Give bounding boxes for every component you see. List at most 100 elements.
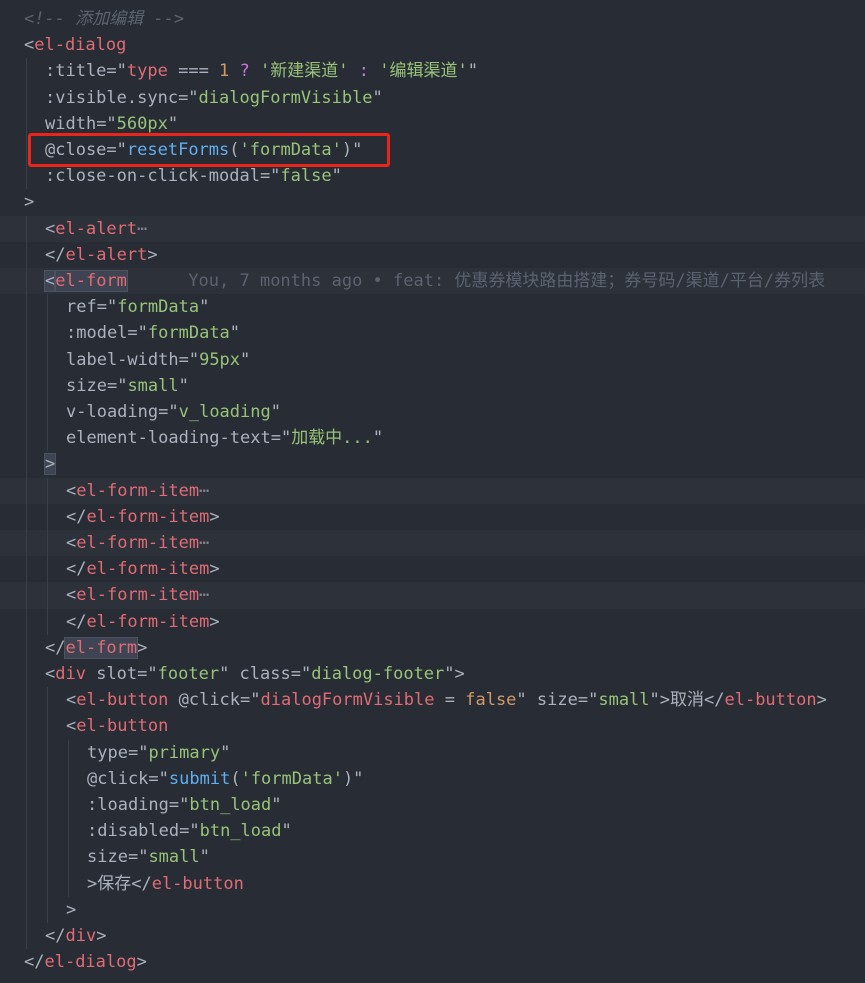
code-line[interactable]: > xyxy=(0,896,865,923)
code-line[interactable]: <el-button @click="dialogFormVisible = f… xyxy=(0,687,865,714)
code-token: " xyxy=(516,690,527,711)
code-token: > xyxy=(66,899,77,920)
code-token: el-form-item xyxy=(76,533,200,553)
code-line[interactable]: :loading="btn_load" xyxy=(0,792,865,819)
indent-guide xyxy=(47,608,48,635)
code-token: < xyxy=(45,218,56,239)
code-token: small xyxy=(127,375,179,396)
indent-guide xyxy=(26,268,27,295)
code-token: el-form xyxy=(54,270,128,292)
code-line[interactable]: </el-dialog> xyxy=(0,949,865,975)
code-content: :loading="btn_load" xyxy=(87,792,282,818)
code-line[interactable]: size="small" xyxy=(0,844,865,871)
code-token: " xyxy=(270,402,281,422)
code-token: )" xyxy=(342,768,364,789)
code-line[interactable]: <el-form-item⋯ xyxy=(0,477,865,504)
indent-guide xyxy=(26,739,27,766)
code-token: type xyxy=(87,742,128,763)
code-token: :title xyxy=(45,61,107,82)
code-token: el-button xyxy=(76,716,169,737)
code-line[interactable]: :title="type === 1 ? '新建渠道' : '编辑渠道'" xyxy=(0,58,865,85)
code-token: " xyxy=(229,323,241,344)
code-token: </ xyxy=(24,952,45,973)
indent-guide xyxy=(26,634,27,661)
code-content: :title="type === 1 ? '新建渠道' : '编辑渠道'" xyxy=(45,58,478,84)
code-editor[interactable]: <!-- 添加编辑 --> <el-dialog:title="type === … xyxy=(0,0,865,983)
indent-guide xyxy=(68,844,69,871)
code-line[interactable]: <el-button xyxy=(0,713,865,740)
code-line[interactable]: <el-form You, 7 months ago • feat: 优惠券模块… xyxy=(0,268,865,295)
code-token: small xyxy=(148,847,200,868)
code-token: class xyxy=(229,664,291,684)
indent-guide xyxy=(26,399,27,426)
fold-ellipsis-icon[interactable]: ⋯ xyxy=(137,219,147,239)
code-token: el-form-item xyxy=(76,480,200,501)
code-line[interactable]: > xyxy=(0,451,865,478)
code-line[interactable]: </el-form> xyxy=(0,634,865,661)
code-line[interactable]: label-width="95px" xyxy=(0,346,865,373)
code-content: > xyxy=(66,897,76,923)
code-line[interactable]: element-loading-text="加载中..." xyxy=(0,425,865,452)
code-line[interactable]: :disabled="btn_load" xyxy=(0,818,865,845)
code-line[interactable]: </div> xyxy=(0,923,865,950)
code-token: < xyxy=(43,270,57,292)
code-token: size xyxy=(66,375,107,396)
code-line[interactable]: <!-- 添加编辑 --> xyxy=(0,6,865,32)
indent-guide xyxy=(26,818,27,845)
code-line[interactable]: <el-dialog xyxy=(0,32,865,58)
code-token: =" xyxy=(577,690,599,711)
code-token: dialogFormVisible xyxy=(260,690,435,711)
code-token: el-dialog xyxy=(44,952,137,973)
code-token: el-button xyxy=(151,873,244,894)
code-content: > xyxy=(43,451,57,477)
code-token: > xyxy=(209,559,220,580)
code-token: > xyxy=(147,244,158,265)
code-token: formData xyxy=(117,297,200,318)
indent-guide xyxy=(26,661,27,688)
code-token: div xyxy=(55,664,86,684)
code-token: </ xyxy=(45,926,66,946)
fold-ellipsis-icon[interactable]: ⋯ xyxy=(199,585,209,605)
code-line[interactable]: :model="formData" xyxy=(0,320,865,347)
code-line[interactable]: ref="formData" xyxy=(0,294,865,321)
code-line[interactable]: v-loading="v_loading" xyxy=(0,399,865,426)
code-line[interactable]: @click="submit('formData')" xyxy=(0,765,865,792)
code-token: el-button xyxy=(76,690,169,711)
code-line[interactable]: </el-form-item> xyxy=(0,608,865,635)
code-line[interactable]: </el-form-item> xyxy=(0,556,865,583)
code-token: > xyxy=(816,690,827,711)
indent-guide xyxy=(26,582,27,609)
indent-guide xyxy=(26,608,27,635)
code-token: '新建渠道' xyxy=(260,61,349,82)
code-line[interactable]: <el-form-item⋯ xyxy=(0,530,865,557)
indent-guide xyxy=(26,320,27,347)
code-line[interactable]: </el-form-item> xyxy=(0,503,865,530)
code-content: <el-dialog xyxy=(24,32,126,58)
code-token: label-width xyxy=(66,349,179,370)
code-token: el-form-item xyxy=(86,611,210,632)
code-line[interactable]: type="primary" xyxy=(0,739,865,766)
code-token: =" xyxy=(179,821,200,842)
code-line[interactable]: >保存</el-button xyxy=(0,870,865,897)
code-line[interactable]: :close-on-click-modal="false" xyxy=(0,163,865,190)
code-line[interactable]: :visible.sync="dialogFormVisible" xyxy=(0,84,865,111)
code-content: </div> xyxy=(45,923,106,949)
code-line[interactable]: width="560px" xyxy=(0,110,865,137)
code-line[interactable]: <el-alert⋯ xyxy=(0,215,865,242)
code-token: </ xyxy=(66,611,87,632)
code-line[interactable]: <div slot="footer" class="dialog-footer"… xyxy=(0,661,865,688)
code-token: =" xyxy=(290,664,312,684)
code-token: =" xyxy=(106,140,127,160)
code-content: size="small" xyxy=(87,844,210,870)
code-line[interactable]: <el-form-item⋯ xyxy=(0,582,865,609)
fold-ellipsis-icon[interactable]: ⋯ xyxy=(199,481,209,501)
code-line[interactable]: size="small" xyxy=(0,372,865,399)
code-line[interactable]: > xyxy=(0,189,865,215)
code-token: 95px xyxy=(199,349,241,370)
code-token: :close-on-click-modal xyxy=(45,166,260,187)
fold-ellipsis-icon[interactable]: ⋯ xyxy=(199,533,209,553)
code-token: =" xyxy=(178,87,199,108)
code-line[interactable]: </el-alert> xyxy=(0,241,865,268)
code-line[interactable]: @close="resetForms('formData')" xyxy=(0,137,865,164)
code-content: :visible.sync="dialogFormVisible" xyxy=(45,85,383,111)
